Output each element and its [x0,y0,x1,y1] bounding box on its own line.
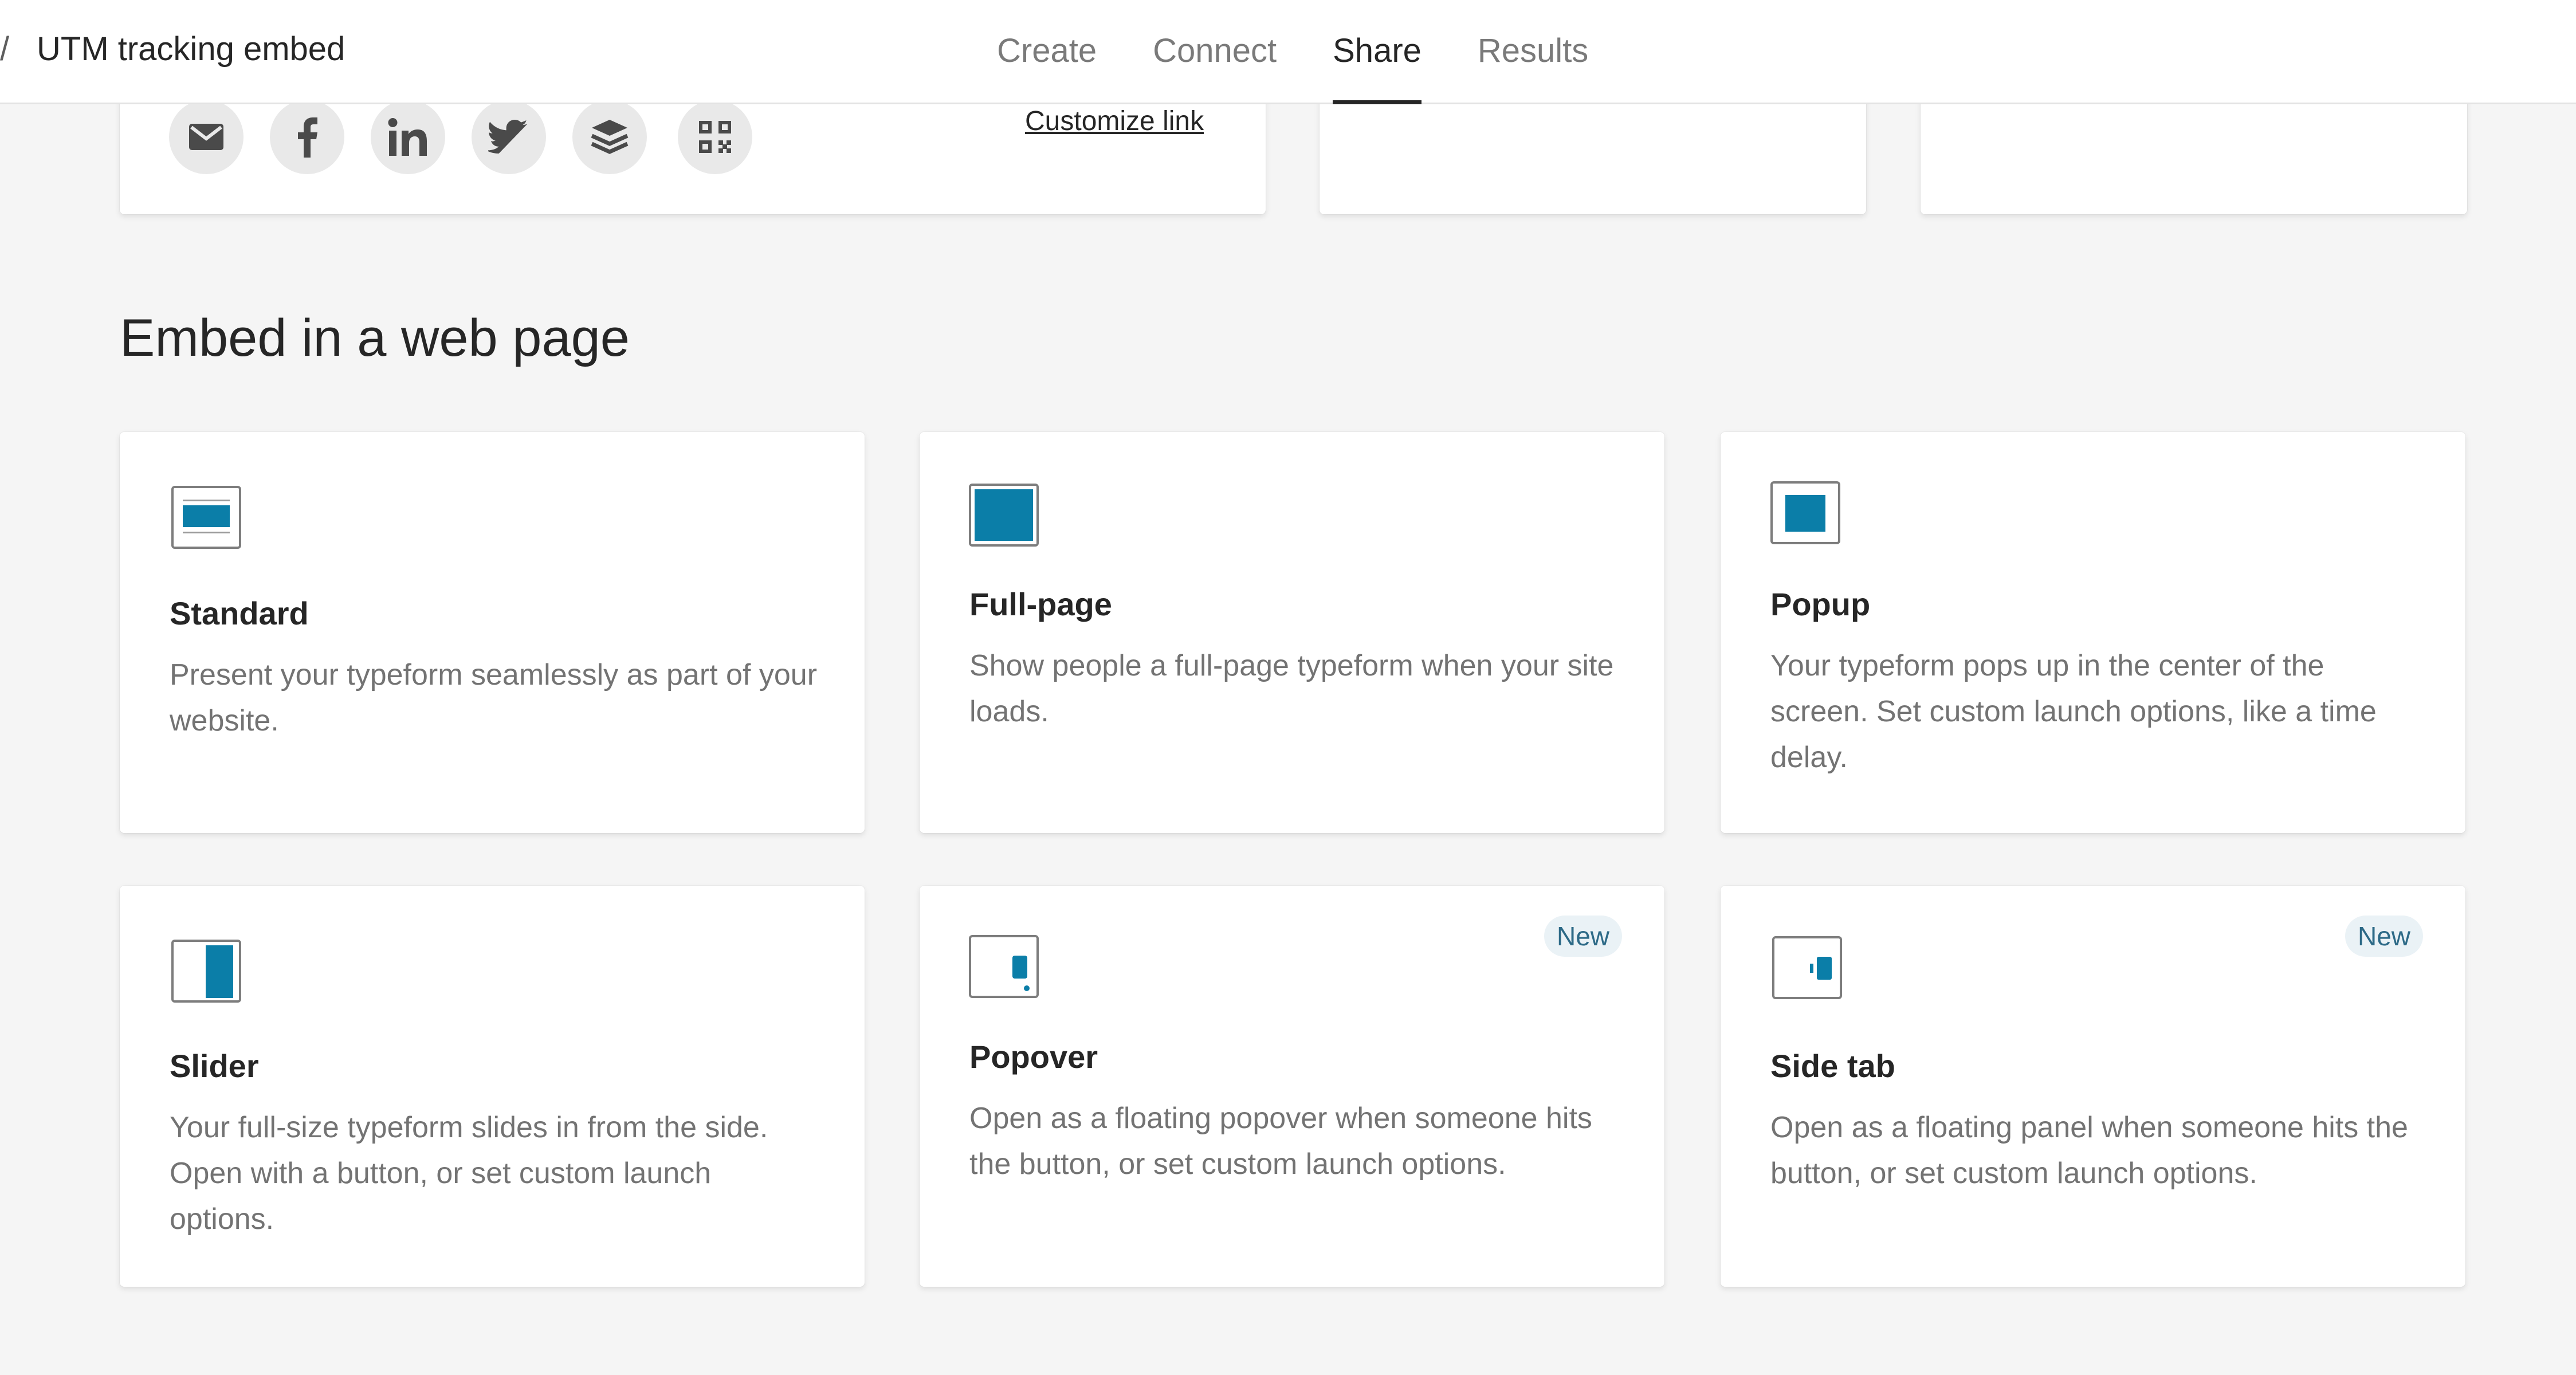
breadcrumb-separator: / [0,30,10,68]
new-badge: New [1544,916,1622,957]
linkedin-icon[interactable] [371,100,445,174]
new-badge: New [2345,916,2423,957]
embed-section-title: Embed in a web page [120,309,630,367]
customize-link[interactable]: Customize link [1025,105,1204,137]
popover-embed-icon [969,935,1039,998]
tab-results[interactable]: Results [1478,0,1588,104]
embed-option-name: Popover [969,1039,1098,1075]
embed-option-standard[interactable]: Standard Present your typeform seamlessl… [120,432,865,833]
embed-option-name: Side tab [1770,1048,1895,1084]
form-title[interactable]: UTM tracking embed [37,30,345,68]
standard-embed-icon [171,486,241,549]
embed-option-description: Show people a full-page typeform when yo… [969,649,1614,728]
tab-share[interactable]: Share [1333,0,1421,104]
embed-option-description: Your full-size typeform slides in from t… [170,1111,768,1236]
embed-option-popup[interactable]: Popup Your typeform pops up in the cente… [1721,432,2465,833]
embed-option-slider[interactable]: Slider Your full-size typeform slides in… [120,886,865,1287]
embed-option-name: Full-page [969,586,1112,622]
tab-connect[interactable]: Connect [1153,0,1277,104]
embed-option-name: Standard [170,595,309,631]
embed-option-description: Open as a floating popover when someone … [969,1102,1592,1181]
embed-option-name: Popup [1770,586,1871,622]
slider-embed-icon [171,940,241,1003]
popup-embed-icon [1770,481,1840,544]
facebook-icon[interactable] [270,100,344,174]
embed-option-description: Present your typeform seamlessly as part… [170,658,818,737]
embed-option-name: Slider [170,1048,259,1084]
main-tabs: Create Connect Share Results [997,0,1644,104]
email-icon[interactable] [169,100,244,174]
full-page-embed-icon [969,484,1039,547]
embed-option-full-page[interactable]: Full-page Show people a full-page typefo… [920,432,1664,833]
embed-option-popover[interactable]: New Popover Open as a floating popover w… [920,886,1664,1287]
twitter-icon[interactable] [472,100,546,174]
buffer-icon[interactable] [572,100,647,174]
qr-code-icon[interactable] [678,100,752,174]
embed-option-side-tab[interactable]: New Side tab Open as a floating panel wh… [1721,886,2465,1287]
tab-create[interactable]: Create [997,0,1097,104]
side-tab-embed-icon [1772,936,1842,999]
top-navigation-bar: / UTM tracking embed Create Connect Shar… [0,0,2576,104]
embed-option-description: Open as a floating panel when someone hi… [1770,1111,2408,1190]
embed-option-description: Your typeform pops up in the center of t… [1770,649,2377,774]
